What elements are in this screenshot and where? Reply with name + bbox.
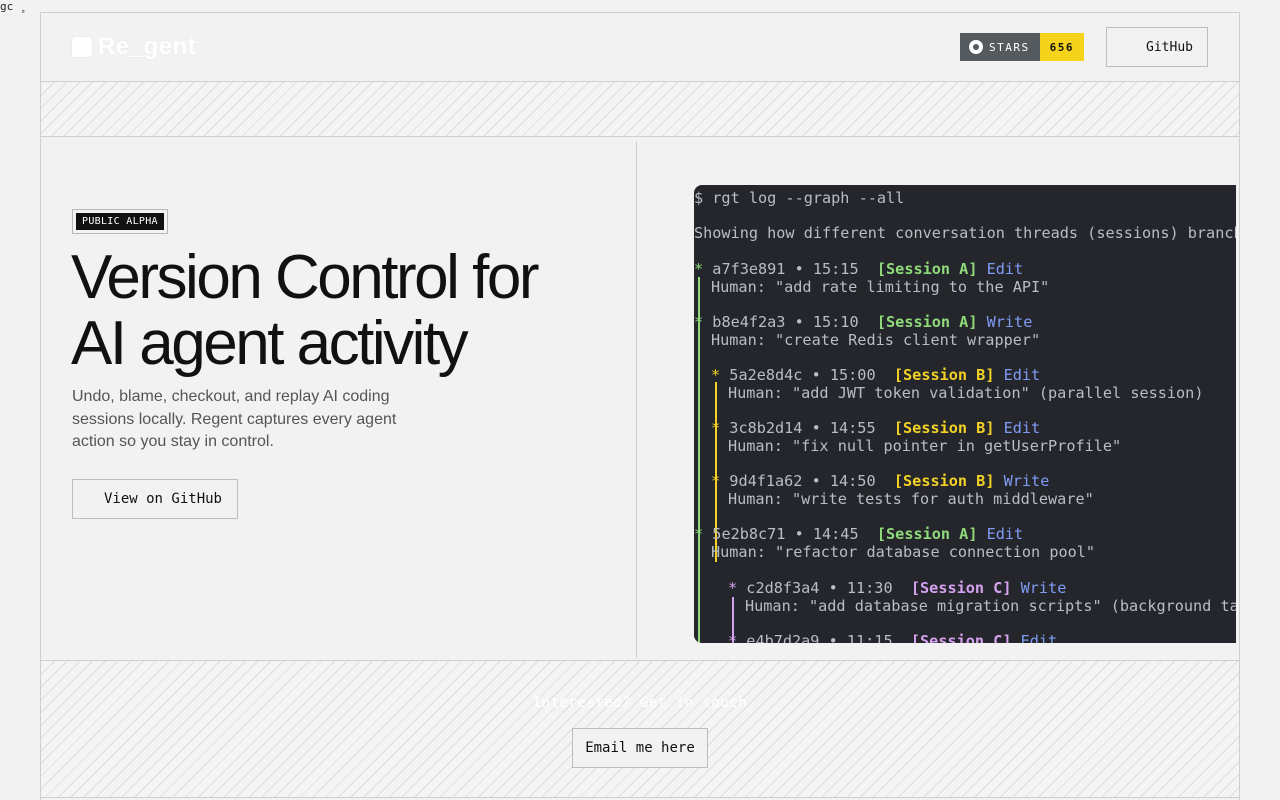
commit-action: Write [994, 472, 1050, 490]
commit-node: * [711, 472, 721, 490]
commit-node: * [728, 632, 738, 643]
commit-session: [Session B] [893, 366, 995, 384]
commit-row: * c2d8f3a4 • 11:30 [Session C] Write [728, 579, 1066, 597]
commit-node: * [694, 313, 704, 331]
commit-action: Write [977, 313, 1033, 331]
graph-line [698, 277, 700, 643]
commit-message: Human: "write tests for auth middleware" [728, 490, 1094, 508]
commit-session: [Session B] [893, 419, 995, 437]
commit-row: * e4b7d2a9 • 11:15 [Session C] Edit [728, 632, 1057, 643]
commit-action: Edit [977, 525, 1024, 543]
terminal-window: $ rgt log --graph --all Showing how diff… [694, 185, 1236, 643]
commit-message: Human: "create Redis client wrapper" [711, 331, 1041, 349]
github-stars-badge[interactable]: STARS 656 [960, 33, 1084, 61]
github-icon [969, 40, 983, 54]
commit-action: Edit [994, 366, 1041, 384]
commit-hash: e4b7d2a9 • 11:15 [737, 632, 911, 643]
commit-row: * 3c8b2d14 • 14:55 [Session B] Edit [711, 419, 1040, 437]
stars-label: STARS [989, 40, 1030, 54]
contact-heading: Interested? Get in touch [532, 695, 748, 711]
commit-node: * [694, 260, 704, 278]
logo-icon [72, 37, 92, 57]
terminal-command: $ rgt log --graph --all [694, 189, 905, 207]
commit-node: * [728, 579, 738, 597]
hero-subtitle: Undo, blame, checkout, and replay AI cod… [72, 388, 397, 450]
hero-divider [636, 141, 637, 658]
bottom-hatch-band: Interested? Get in touch Email me here [41, 661, 1239, 797]
view-on-github-button[interactable]: View on GitHub [72, 479, 238, 519]
commit-hash: 3c8b2d14 • 14:55 [720, 419, 894, 437]
commit-session: [Session A] [876, 525, 978, 543]
commit-hash: a7f3e891 • 15:15 [703, 260, 877, 278]
footer-bottom-line [40, 797, 1240, 798]
commit-row: * b8e4f2a3 • 15:10 [Session A] Write [694, 313, 1032, 331]
commit-node: * [711, 419, 721, 437]
commit-action: Write [1011, 579, 1067, 597]
public-alpha-badge: PUBLIC ALPHA [72, 209, 168, 234]
commit-row: * 5a2e8d4c • 15:00 [Session B] Edit [711, 366, 1040, 384]
commit-session: [Session C] [910, 579, 1012, 597]
commit-row: * a7f3e891 • 15:15 [Session A] Edit [694, 260, 1023, 278]
commit-hash: 5e2b8c71 • 14:45 [703, 525, 877, 543]
commit-message: Human: "add rate limiting to the API" [711, 278, 1050, 296]
commit-message: Human: "refactor database connection poo… [711, 543, 1096, 561]
commit-session: [Session A] [876, 313, 978, 331]
commit-hash: 9d4f1a62 • 14:50 [720, 472, 894, 490]
stars-count: 656 [1039, 33, 1084, 61]
email-me-button[interactable]: Email me here [572, 728, 708, 768]
badge-label: PUBLIC ALPHA [76, 213, 164, 230]
terminal-description: Showing how different conversation threa… [694, 224, 1236, 242]
commit-node: * [694, 525, 704, 543]
commit-session: [Session A] [876, 260, 978, 278]
commit-action: Edit [977, 260, 1024, 278]
top-hatch-band [41, 82, 1239, 136]
hero-section: PUBLIC ALPHA Version Control for AI agen… [41, 137, 1239, 660]
commit-hash: c2d8f3a4 • 11:30 [737, 579, 911, 597]
corner-text: gc ̥ [0, 0, 20, 13]
commit-hash: 5a2e8d4c • 15:00 [720, 366, 894, 384]
commit-node: * [711, 366, 721, 384]
commit-session: [Session C] [910, 632, 1012, 643]
github-button[interactable]: GitHub [1106, 27, 1208, 67]
commit-session: [Session B] [893, 472, 995, 490]
hero-title: Version Control for AI agent activity [71, 243, 539, 378]
commit-message: Human: "add JWT token validation" (paral… [728, 384, 1204, 402]
logo-text: Re_gent [98, 33, 197, 60]
stars-label-box: STARS [960, 33, 1040, 61]
commit-hash: b8e4f2a3 • 15:10 [703, 313, 877, 331]
commit-message: Human: "fix null pointer in getUserProfi… [728, 437, 1122, 455]
commit-message: Human: "add database migration scripts" … [745, 597, 1236, 615]
commit-action: Edit [994, 419, 1041, 437]
commit-action: Edit [1011, 632, 1058, 643]
logo[interactable]: Re_gent [72, 33, 196, 61]
commit-row: * 9d4f1a62 • 14:50 [Session B] Write [711, 472, 1049, 490]
commit-row: * 5e2b8c71 • 14:45 [Session A] Edit [694, 525, 1023, 543]
site-header: Re_gent STARS 656 GitHub [41, 13, 1239, 81]
